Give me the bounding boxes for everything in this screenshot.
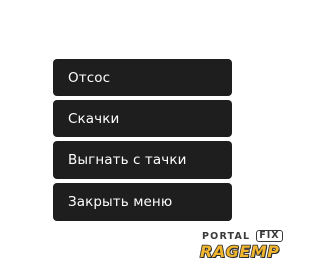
watermark-brand-text: RAGEMP [199, 241, 280, 262]
context-menu: Отсос Скачки Выгнать с тачки Закрыть мен… [53, 59, 232, 221]
watermark-portal-text: PORTAL [202, 230, 251, 242]
menu-item-kick-from-car[interactable]: Выгнать с тачки [53, 141, 232, 179]
menu-item-close-menu[interactable]: Закрыть меню [53, 183, 232, 221]
menu-item-skachki[interactable]: Скачки [53, 100, 232, 137]
watermark-top-line: PORTAL FIX [202, 230, 283, 242]
watermark-logo: PORTAL FIX RAGEMP [199, 230, 300, 262]
watermark-fix-badge: FIX [256, 230, 283, 242]
screen: Отсос Скачки Выгнать с тачки Закрыть мен… [0, 0, 302, 262]
menu-item-otsos[interactable]: Отсос [53, 59, 232, 96]
